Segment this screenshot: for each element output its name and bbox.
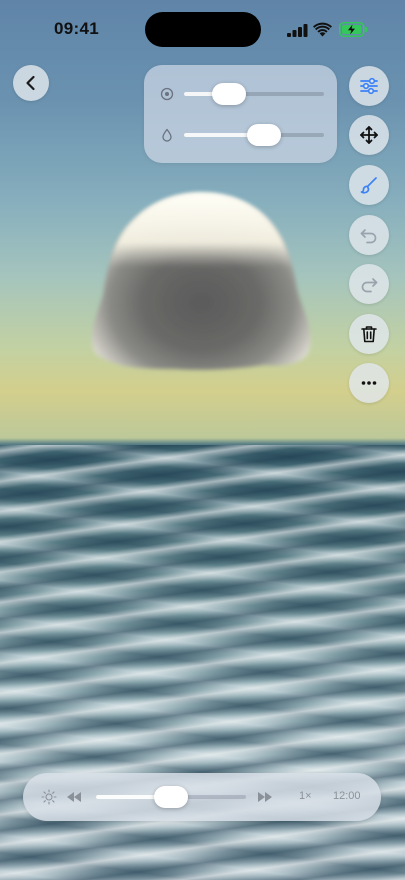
- move-arrows-icon: [360, 126, 378, 144]
- sliders-icon: [360, 77, 378, 95]
- drop-icon: [162, 128, 172, 142]
- size-slider-thumb[interactable]: [211, 83, 246, 105]
- status-time: 09:41: [54, 19, 99, 38]
- rewind-icon[interactable]: [66, 791, 82, 803]
- undo-button[interactable]: [349, 215, 389, 255]
- cellular-signal-icon: [287, 24, 308, 37]
- trash-icon: [361, 326, 377, 343]
- playback-bar: 1× 12:00: [23, 773, 381, 821]
- more-button[interactable]: [349, 363, 389, 403]
- cloud-object[interactable]: [85, 185, 317, 380]
- status-bar: 09:41: [0, 0, 405, 60]
- sun-icon[interactable]: [41, 789, 57, 805]
- time-of-day-label: 12:00: [333, 790, 361, 802]
- redo-icon: [361, 278, 378, 293]
- delete-button[interactable]: [349, 314, 389, 354]
- adjustments-button[interactable]: [349, 66, 389, 106]
- time-scrubber-thumb[interactable]: [154, 786, 188, 808]
- target-icon: [160, 87, 174, 101]
- wifi-icon: [313, 22, 332, 37]
- move-button[interactable]: [349, 115, 389, 155]
- dynamic-island: [145, 12, 261, 47]
- fast-forward-icon[interactable]: [257, 791, 273, 803]
- size-slider-track[interactable]: [184, 92, 324, 96]
- battery-charging-icon: [339, 22, 368, 37]
- chevron-left-icon: [26, 75, 35, 91]
- brush-icon: [360, 177, 377, 194]
- playback-speed-label[interactable]: 1×: [299, 790, 312, 802]
- redo-button[interactable]: [349, 264, 389, 304]
- opacity-slider-thumb[interactable]: [246, 124, 281, 146]
- adjustment-slider-panel: [144, 65, 337, 163]
- back-button[interactable]: [13, 65, 49, 101]
- brush-button[interactable]: [349, 165, 389, 205]
- ellipsis-icon: [361, 381, 377, 385]
- undo-icon: [360, 229, 377, 244]
